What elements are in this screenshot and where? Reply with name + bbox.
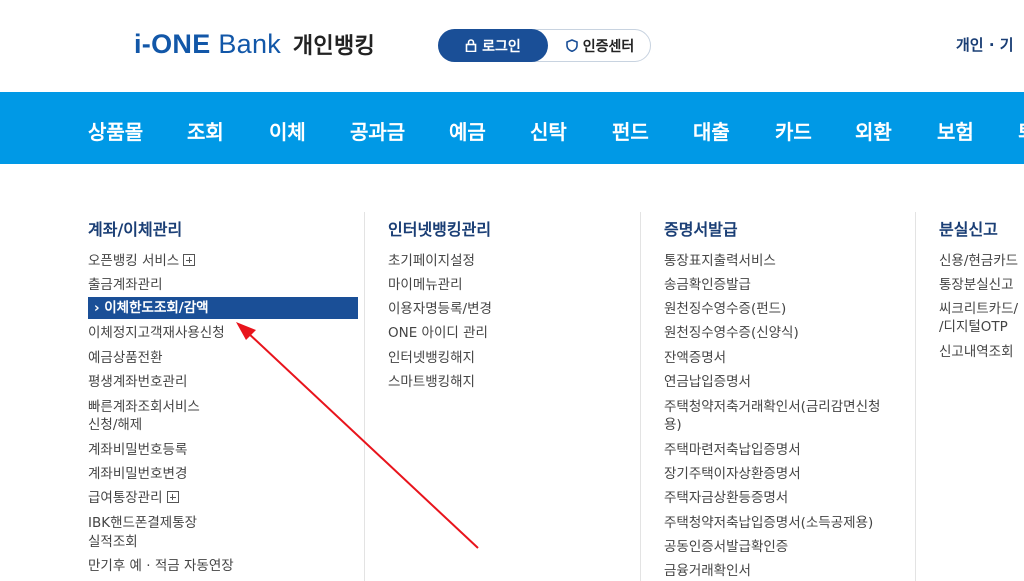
nav-item-retirement[interactable]: 퇴 bbox=[1018, 116, 1024, 145]
column-title: 계좌/이체관리 bbox=[88, 220, 183, 239]
menu-item[interactable]: IBK핸드폰결제통장 bbox=[88, 514, 197, 532]
column-divider bbox=[915, 212, 916, 581]
column-account-transfer: 계좌/이체관리 bbox=[88, 216, 182, 240]
shield-icon bbox=[565, 39, 578, 52]
menu-item[interactable]: 실적조회 bbox=[88, 533, 138, 551]
expand-plus-icon[interactable] bbox=[183, 254, 196, 266]
column-divider bbox=[364, 212, 365, 581]
menu-item[interactable]: 이용자명등록/변경 bbox=[388, 300, 492, 318]
menu-item[interactable]: 원천징수영수증(신양식) bbox=[664, 324, 799, 342]
column-divider bbox=[640, 212, 641, 581]
menu-item[interactable]: 신고내역조회 bbox=[939, 343, 1014, 361]
menu-item[interactable]: 출금계좌관리 bbox=[88, 276, 163, 294]
nav-item-insurance[interactable]: 보험 bbox=[937, 116, 974, 145]
logo-sub: 개인뱅킹 bbox=[292, 34, 376, 59]
chevron-right-icon: › bbox=[94, 300, 105, 316]
menu-item[interactable]: 잔액증명서 bbox=[664, 349, 726, 367]
menu-item[interactable]: 원천징수영수증(펀드) bbox=[664, 300, 786, 318]
menu-item-label: 이체한도조회/감액 bbox=[104, 300, 209, 316]
menu-item[interactable]: 마이메뉴관리 bbox=[388, 276, 463, 294]
nav-item-utility[interactable]: 공과금 bbox=[350, 116, 405, 145]
nav-item-inquiry[interactable]: 조회 bbox=[187, 116, 224, 145]
menu-item[interactable]: 신청/해제 bbox=[88, 416, 142, 434]
login-button[interactable]: 로그인 bbox=[438, 29, 548, 62]
menu-item[interactable]: 계좌비밀번호등록 bbox=[88, 441, 187, 459]
expand-plus-icon[interactable] bbox=[166, 491, 179, 503]
menu-item[interactable]: 빠른계좌조회서비스 bbox=[88, 398, 200, 416]
column-certificates: 증명서발급 bbox=[664, 216, 738, 240]
menu-item[interactable]: /디지털OTP bbox=[939, 318, 1008, 336]
menu-item[interactable]: 스마트뱅킹해지 bbox=[388, 373, 475, 391]
nav-item-fund[interactable]: 펀드 bbox=[612, 116, 649, 145]
column-title: 분실신고 bbox=[939, 220, 998, 239]
menu-item[interactable]: 만기후 예 · 적금 자동연장 bbox=[88, 557, 234, 575]
menu-item[interactable]: 인터넷뱅킹해지 bbox=[388, 349, 475, 367]
main-nav: 상품몰 조회 이체 공과금 예금 신탁 펀드 대출 카드 외환 보험 퇴 bbox=[0, 92, 1024, 164]
menu-item[interactable]: 예금상품전환 bbox=[88, 349, 163, 367]
menu-item[interactable]: 장기주택이자상환증명서 bbox=[664, 465, 801, 483]
menu-item[interactable]: 주택마련저축납입증명서 bbox=[664, 441, 801, 459]
logo-bank: Bank bbox=[218, 29, 282, 59]
menu-item[interactable]: 연금납입증명서 bbox=[664, 373, 751, 391]
menu-item[interactable]: 씨크리트카드/ bbox=[939, 300, 1018, 318]
nav-item-transfer[interactable]: 이체 bbox=[269, 116, 306, 145]
menu-item[interactable]: 공동인증서발급확인증 bbox=[664, 538, 788, 556]
nav-item-forex[interactable]: 외환 bbox=[855, 116, 892, 145]
logo-brand: i-ONE bbox=[134, 29, 211, 59]
nav-item-card[interactable]: 카드 bbox=[775, 116, 812, 145]
menu-item[interactable]: ONE 아이디 관리 bbox=[388, 324, 488, 342]
top-links[interactable]: 개인 · 기 bbox=[956, 34, 1014, 55]
menu-item[interactable]: 주택청약저축납입증명서(소득공제용) bbox=[664, 514, 873, 532]
nav-item-loan[interactable]: 대출 bbox=[693, 116, 730, 145]
menu-item[interactable]: 주택자금상환등증명서 bbox=[664, 489, 788, 507]
column-internet-banking: 인터넷뱅킹관리 bbox=[388, 216, 491, 240]
column-loss-report: 분실신고 bbox=[939, 216, 998, 240]
column-title: 인터넷뱅킹관리 bbox=[388, 220, 492, 239]
column-title: 증명서발급 bbox=[664, 220, 738, 239]
menu-item-open-banking[interactable]: 오픈뱅킹 서비스 bbox=[88, 252, 196, 270]
menu-item[interactable]: 이체정지고객재사용신청 bbox=[88, 324, 225, 342]
cert-center-button[interactable]: 인증센터 bbox=[551, 30, 649, 61]
nav-item-products[interactable]: 상품몰 bbox=[88, 116, 143, 145]
cert-label: 인증센터 bbox=[582, 38, 635, 55]
menu-item[interactable]: 통장표지출력서비스 bbox=[664, 252, 776, 270]
nav-item-deposit[interactable]: 예금 bbox=[449, 116, 486, 145]
menu-item[interactable]: 신용/현금카드 bbox=[939, 252, 1018, 270]
menu-item[interactable]: 금융거래확인서 bbox=[664, 562, 751, 580]
menu-item-label: 오픈뱅킹 서비스 bbox=[88, 253, 180, 269]
bank-logo[interactable]: i-ONE Bank 개인뱅킹 bbox=[134, 28, 375, 60]
menu-item[interactable]: 주택청약저축거래확인서(금리감면신청 bbox=[664, 398, 880, 416]
login-label: 로그인 bbox=[482, 38, 521, 55]
menu-item[interactable]: 계좌비밀번호변경 bbox=[88, 465, 187, 483]
menu-item[interactable]: 용) bbox=[664, 416, 682, 434]
menu-item-payroll[interactable]: 급여통장관리 bbox=[88, 489, 179, 507]
nav-item-trust[interactable]: 신탁 bbox=[530, 116, 567, 145]
menu-item-label: 급여통장관리 bbox=[88, 490, 163, 506]
auth-buttons: 로그인 인증센터 bbox=[438, 29, 651, 62]
menu-item[interactable]: 통장분실신고 bbox=[939, 276, 1014, 294]
menu-item[interactable]: 초기페이지설정 bbox=[388, 252, 475, 270]
menu-item[interactable]: 송금확인증발급 bbox=[664, 276, 751, 294]
menu-item[interactable]: 평생계좌번호관리 bbox=[88, 373, 187, 391]
header: i-ONE Bank 개인뱅킹 로그인 인증센터 개인 · 기 bbox=[0, 0, 1024, 92]
menu-item-transfer-limit-active[interactable]: › 이체한도조회/감액 bbox=[88, 297, 358, 319]
lock-icon bbox=[465, 39, 477, 52]
